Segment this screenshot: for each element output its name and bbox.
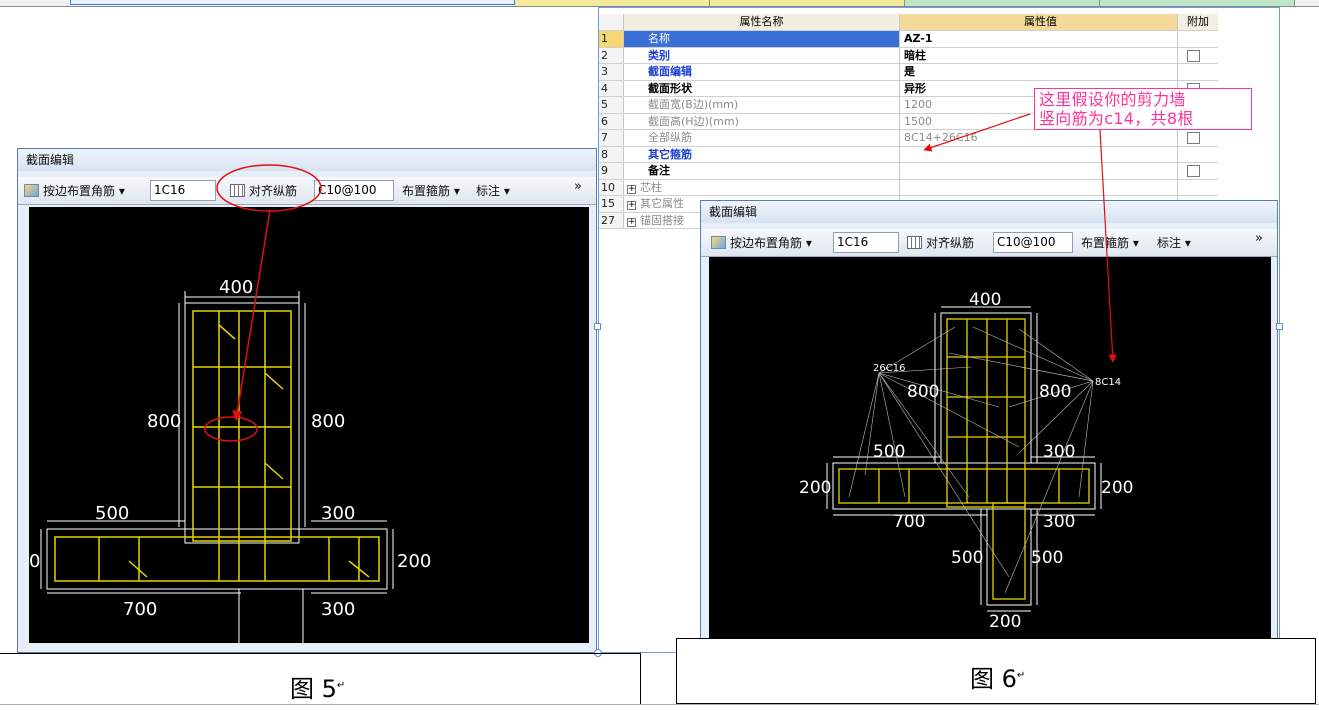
figure-6-caption: 图 6↵ [970,665,1026,693]
annotation-arrows [216,113,1117,422]
figure-5-caption: 图 5↵ [290,675,346,703]
arrow-to-8c14 [1099,129,1117,363]
arrow-to-value [923,113,1031,152]
page-bottom-line [0,704,1319,705]
figure-6-text: 图 6 [970,665,1017,693]
figure-5-text: 图 5 [290,675,337,703]
align-button-highlight-circle [216,164,322,212]
caption-divider [640,653,641,704]
caption-line-left [0,653,640,654]
arrow-to-rebar [232,209,271,422]
